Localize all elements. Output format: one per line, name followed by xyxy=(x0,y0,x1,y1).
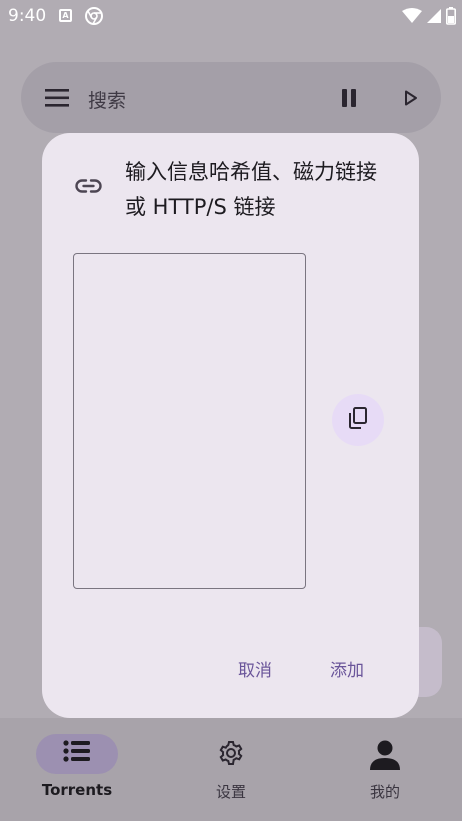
notification-a-icon: A xyxy=(59,9,72,22)
nav-item-profile[interactable]: 我的 xyxy=(308,718,462,821)
chrome-icon xyxy=(85,7,103,29)
link-input[interactable] xyxy=(73,253,306,589)
play-icon[interactable] xyxy=(404,90,418,110)
nav-label-profile: 我的 xyxy=(369,783,400,801)
gear-icon xyxy=(218,740,244,770)
status-time: 9:40 xyxy=(8,6,47,26)
status-bar: 9:40 A xyxy=(0,0,462,32)
dialog-title: 输入信息哈希值、磁力链接或 HTTP/S 链接 xyxy=(125,160,377,219)
copy-icon xyxy=(347,406,369,434)
link-icon xyxy=(75,178,102,197)
add-torrent-dialog: 输入信息哈希值、磁力链接或 HTTP/S 链接 取消 添加 xyxy=(42,133,419,718)
nav-item-torrents[interactable]: Torrents xyxy=(0,718,154,821)
battery-icon xyxy=(446,7,456,29)
list-icon xyxy=(63,740,91,766)
menu-icon[interactable] xyxy=(45,89,69,111)
person-icon xyxy=(369,740,401,774)
status-indicators xyxy=(402,7,456,29)
nav-label-torrents: Torrents xyxy=(41,781,113,799)
cancel-button[interactable]: 取消 xyxy=(238,656,272,681)
nav-item-settings[interactable]: 设置 xyxy=(154,718,308,821)
search-input[interactable]: 搜索 xyxy=(88,86,126,113)
nav-label-settings: 设置 xyxy=(215,783,246,801)
pause-icon[interactable] xyxy=(341,89,357,111)
wifi-icon xyxy=(402,8,422,28)
bottom-navigation: Torrents 设置 我的 xyxy=(0,718,462,821)
signal-icon xyxy=(426,8,442,28)
add-button[interactable]: 添加 xyxy=(330,656,364,681)
paste-button[interactable] xyxy=(332,394,384,446)
search-bar[interactable]: 搜索 xyxy=(21,62,441,133)
